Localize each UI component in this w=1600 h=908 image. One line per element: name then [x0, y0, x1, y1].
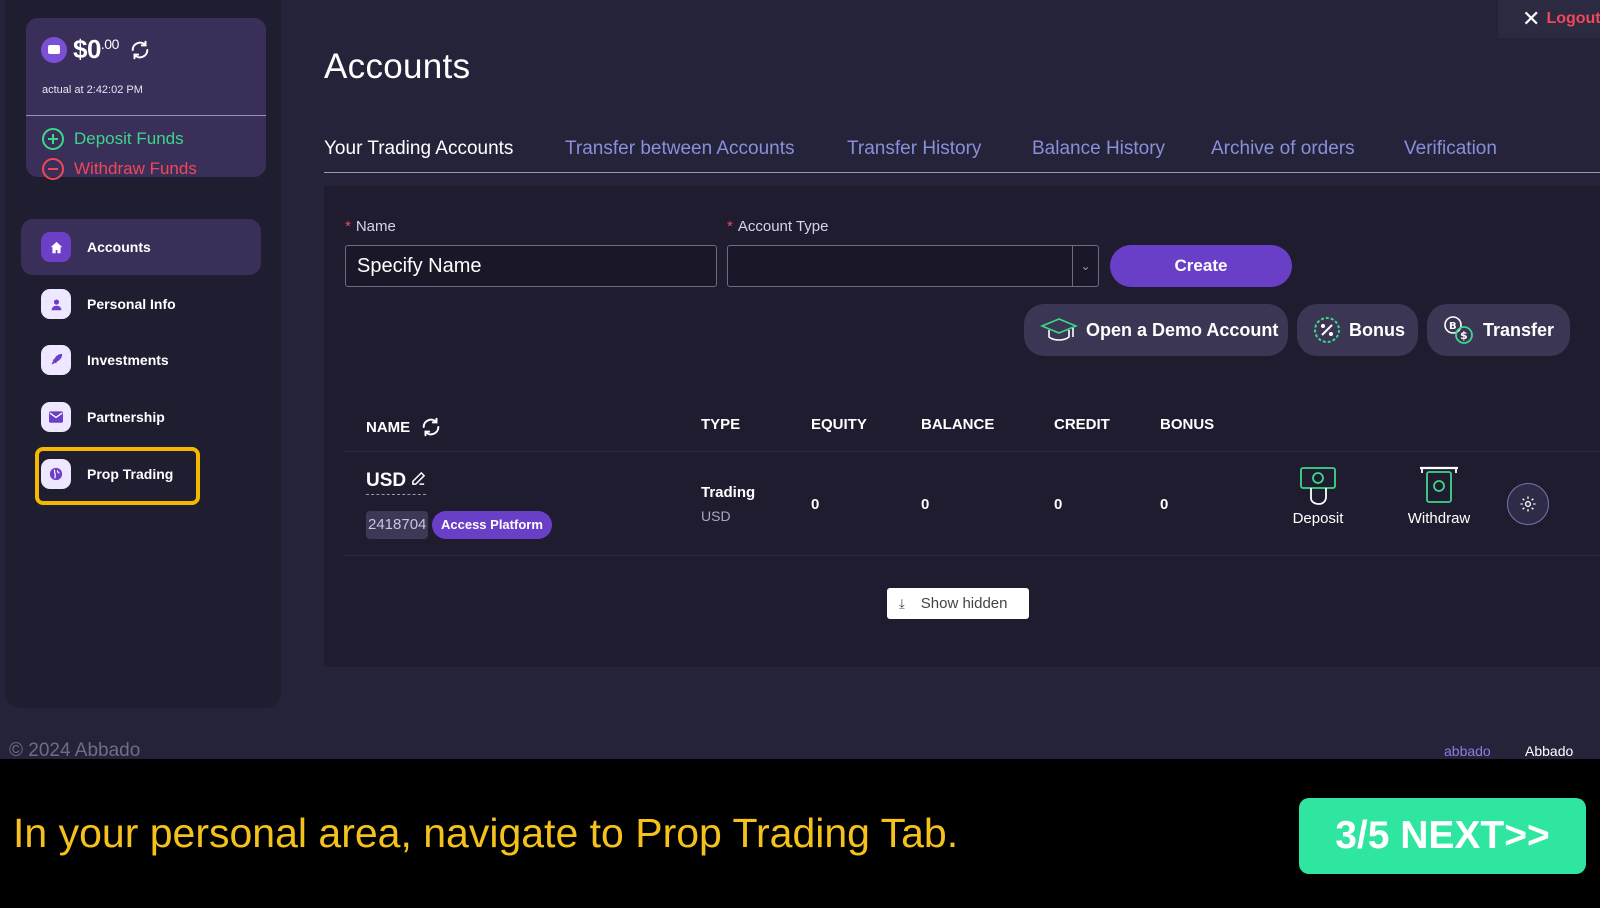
deposit-funds-label: Deposit Funds — [74, 129, 184, 148]
footer-link-abbado-brand[interactable]: Abbado — [1525, 743, 1573, 759]
account-type-cell: Trading — [701, 484, 756, 501]
tab-your-trading-accounts[interactable]: Your Trading Accounts — [324, 138, 513, 160]
plus-circle-icon — [42, 128, 64, 150]
column-header-credit: CREDIT — [1054, 416, 1110, 433]
name-input[interactable]: Specify Name — [345, 245, 717, 287]
currency-exchange-icon: B $ — [1444, 316, 1473, 344]
edit-icon[interactable] — [411, 471, 426, 486]
wallet-balance: $0.00 — [41, 34, 151, 65]
logout-label: Logout — [1546, 10, 1600, 27]
bonus-cell: 0 — [1160, 496, 1169, 513]
tab-bar: Your Trading Accounts Transfer between A… — [324, 136, 1600, 173]
column-header-balance: BALANCE — [921, 416, 995, 433]
withdraw-funds-link[interactable]: Withdraw Funds — [42, 158, 197, 180]
withdraw-funds-label: Withdraw Funds — [74, 159, 197, 178]
balance-amount: $0.00 — [73, 34, 119, 64]
column-header-bonus: BONUS — [1160, 416, 1215, 433]
wallet-card: $0.00 actual at 2:42:02 PM Deposit Funds… — [26, 18, 266, 180]
divider — [26, 115, 266, 116]
credit-cell: 0 — [1054, 496, 1063, 513]
svg-text:$: $ — [1460, 329, 1468, 342]
column-header-equity: EQUITY — [811, 416, 867, 433]
column-header-type: TYPE — [701, 416, 741, 433]
percent-badge-icon — [1314, 317, 1340, 343]
account-currency-cell: USD — [701, 508, 731, 524]
account-settings-button[interactable] — [1507, 483, 1549, 525]
refresh-icon[interactable] — [420, 416, 442, 438]
column-header-name: NAME — [366, 416, 442, 438]
transfer-label: Transfer — [1483, 319, 1555, 340]
user-icon — [41, 289, 71, 319]
envelope-icon — [41, 402, 71, 432]
sidebar-item-label: Personal Info — [87, 296, 176, 312]
footer-link-abbado[interactable]: abbado — [1444, 743, 1491, 759]
divider — [345, 555, 1600, 556]
access-platform-button[interactable]: Access Platform — [432, 511, 552, 539]
download-icon: ⤓ — [899, 595, 905, 611]
close-icon: ✕ — [1522, 6, 1541, 31]
account-number: 2418704 — [366, 511, 429, 539]
show-hidden-button[interactable]: ⤓ Show hidden — [887, 588, 1029, 619]
balance-cell: 0 — [921, 496, 930, 513]
wallet-icon — [41, 36, 67, 63]
equity-cell: 0 — [811, 496, 820, 513]
name-field-label: * Name — [345, 218, 396, 235]
tab-transfer-history[interactable]: Transfer History — [847, 138, 981, 160]
gear-icon — [1520, 496, 1536, 512]
cash-deposit-icon — [1300, 467, 1336, 505]
withdraw-button[interactable]: Withdraw — [1403, 466, 1475, 527]
withdraw-label: Withdraw — [1407, 510, 1471, 527]
home-icon — [41, 232, 71, 262]
sidebar-item-label: Partnership — [87, 409, 165, 425]
svg-text:B: B — [1449, 321, 1457, 332]
cash-withdraw-icon — [1420, 466, 1458, 503]
sidebar-item-investments[interactable]: Investments — [21, 332, 261, 388]
logout-button[interactable]: ✕ Logout — [1498, 0, 1600, 38]
show-hidden-label: Show hidden — [920, 595, 1008, 612]
account-type-select[interactable]: ⌄ — [727, 245, 1099, 287]
sidebar-item-personal-info[interactable]: Personal Info — [21, 276, 261, 332]
bonus-label: Bonus — [1349, 319, 1405, 340]
open-demo-account-button[interactable]: Open a Demo Account — [1024, 304, 1288, 356]
tab-balance-history[interactable]: Balance History — [1032, 138, 1165, 160]
deposit-button[interactable]: Deposit — [1286, 466, 1350, 527]
tab-transfer-between-accounts[interactable]: Transfer between Accounts — [565, 138, 795, 160]
tutorial-instruction: In your personal area, navigate to Prop … — [13, 810, 959, 856]
refresh-icon[interactable] — [129, 39, 151, 61]
create-button[interactable]: Create — [1110, 245, 1292, 287]
sidebar-item-label: Investments — [87, 352, 169, 368]
graduation-cap-icon — [1040, 318, 1078, 341]
balance-timestamp: actual at 2:42:02 PM — [42, 84, 143, 96]
bonus-button[interactable]: Bonus — [1297, 304, 1418, 356]
divider — [345, 451, 1600, 452]
tab-verification[interactable]: Verification — [1404, 138, 1497, 160]
tab-archive-of-orders[interactable]: Archive of orders — [1211, 138, 1355, 160]
deposit-funds-link[interactable]: Deposit Funds — [42, 128, 184, 150]
sidebar-item-accounts[interactable]: Accounts — [21, 219, 261, 275]
rocket-icon — [41, 345, 71, 375]
next-step-button[interactable]: 3/5 NEXT>> — [1299, 798, 1586, 874]
deposit-label: Deposit — [1292, 510, 1344, 527]
page-title: Accounts — [324, 47, 471, 86]
minus-circle-icon — [42, 158, 64, 180]
open-demo-account-label: Open a Demo Account — [1086, 319, 1279, 340]
transfer-button[interactable]: B $ Transfer — [1427, 304, 1570, 356]
account-type-label: * Account Type — [727, 218, 829, 235]
sidebar-item-label: Accounts — [87, 239, 151, 255]
sidebar-item-partnership[interactable]: Partnership — [21, 389, 261, 445]
account-name[interactable]: USD — [366, 470, 427, 495]
prop-trading-highlight — [35, 447, 200, 505]
chevron-down-icon: ⌄ — [1072, 246, 1098, 286]
